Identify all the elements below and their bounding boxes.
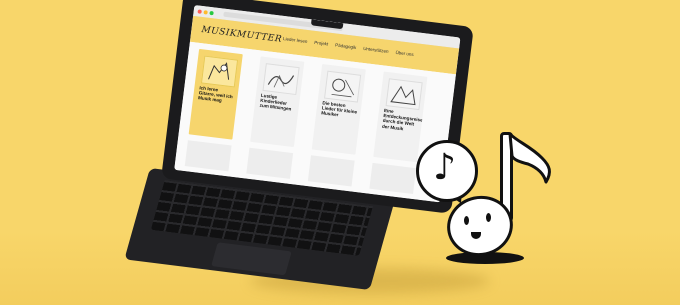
nav-item-projekt[interactable]: Projekt xyxy=(314,40,329,47)
song-card[interactable]: Lustige Kinderlieder zum Mitsingen xyxy=(250,56,305,148)
card-illustration xyxy=(324,70,362,103)
song-card[interactable]: Eine Entdeckungsreise durch die Welt der… xyxy=(373,71,428,163)
music-note-icon: ♪ xyxy=(433,147,456,188)
card-illustration xyxy=(385,78,423,111)
card-illustration xyxy=(262,63,300,96)
song-card-preview[interactable] xyxy=(184,140,232,172)
card-title: Die besten Lieder für kleine Musiker xyxy=(320,100,358,118)
character-eye xyxy=(464,216,469,225)
close-window-icon[interactable] xyxy=(197,9,202,14)
card-illustration xyxy=(200,55,239,88)
character-eye xyxy=(486,213,491,222)
trackpad xyxy=(211,242,292,276)
note-character-flag xyxy=(508,132,551,184)
maximize-window-icon[interactable] xyxy=(209,10,214,16)
card-title: Ich lerne Gitarre, weil ich Musik mag xyxy=(197,85,234,104)
song-card[interactable]: Die besten Lieder für kleine Musiker xyxy=(311,63,366,155)
site-logo[interactable]: MUSIKMUTTER xyxy=(201,25,283,45)
song-card[interactable]: Ich lerne Gitarre, weil ich Musik mag xyxy=(188,48,243,140)
song-card-preview[interactable] xyxy=(246,147,294,179)
laptop: MUSIKMUTTER Lieder lesen Projekt Pädagog… xyxy=(0,0,680,305)
nav-item-ueber-uns[interactable]: Über uns xyxy=(395,50,414,57)
song-card-preview[interactable] xyxy=(369,162,417,195)
nav-item-unterstuetzen[interactable]: Unterstützen xyxy=(363,46,389,54)
song-card-preview[interactable] xyxy=(307,155,355,187)
card-title: Eine Entdeckungsreise durch die Welt der… xyxy=(381,107,423,131)
hero-scene: MUSIKMUTTER Lieder lesen Projekt Pädagog… xyxy=(0,0,680,305)
minimize-window-icon[interactable] xyxy=(203,10,208,15)
nav-item-lieder[interactable]: Lieder lesen xyxy=(283,36,308,44)
nav-item-paedagogik[interactable]: Pädagogik xyxy=(335,42,357,50)
card-title: Lustige Kinderlieder zum Mitsingen xyxy=(259,92,292,112)
